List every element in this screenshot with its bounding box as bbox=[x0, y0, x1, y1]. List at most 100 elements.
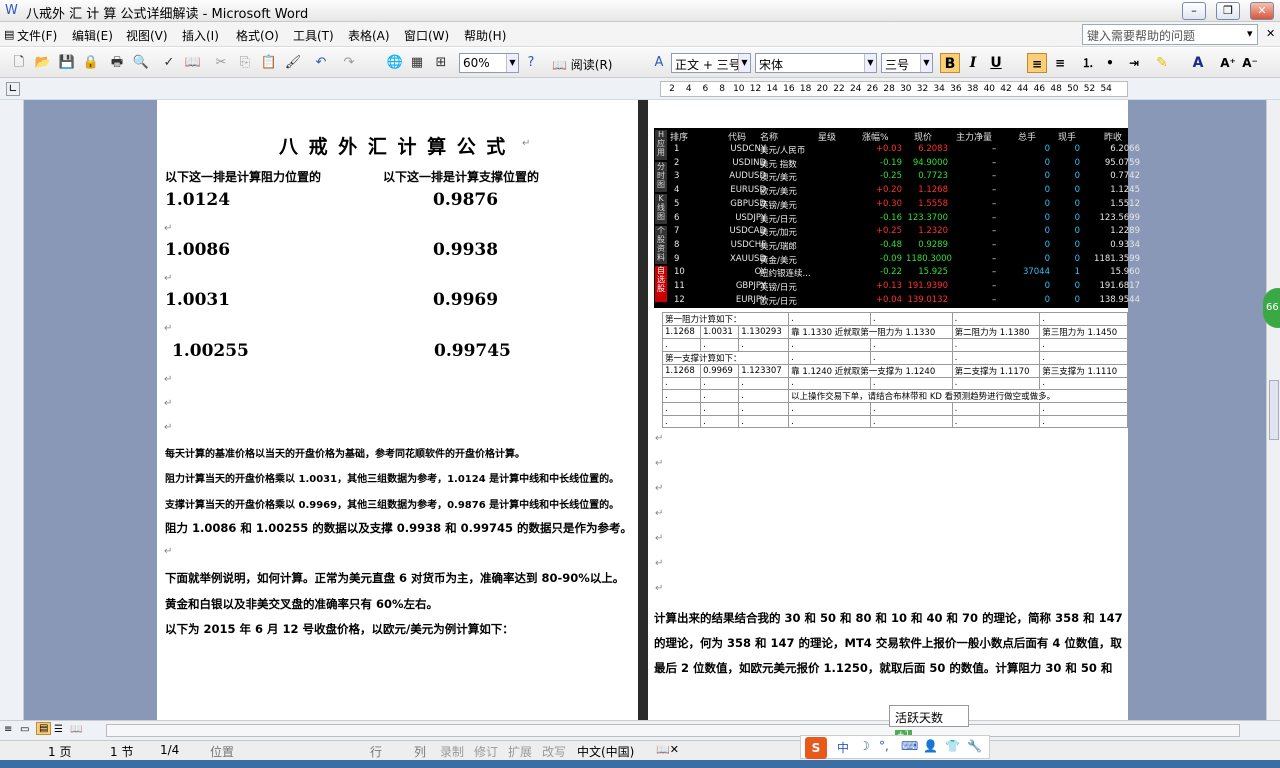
print-icon[interactable]: 🖶 bbox=[108, 54, 126, 72]
align-justify-button[interactable]: ≡ bbox=[1027, 53, 1047, 73]
print-view-icon[interactable]: ▤ bbox=[36, 722, 52, 735]
font-color-icon[interactable]: A bbox=[1188, 53, 1208, 73]
side-tab[interactable]: H应用 bbox=[655, 130, 667, 160]
document-page-left[interactable]: 八 戒 外 汇 计 算 公 式 ↵ 以下这一排是计算阻力位置的 以下这一排是计算… bbox=[157, 100, 639, 720]
hscroll-track[interactable] bbox=[106, 724, 1240, 737]
reading-view-icon[interactable]: 📖 bbox=[70, 724, 82, 735]
bold-button[interactable]: B bbox=[940, 53, 960, 73]
table-row[interactable]: 8 USDCHF 美元/瑞郎 -0.48 0.9289 – 0 0 0.9334 bbox=[668, 240, 1140, 253]
table-row[interactable]: 9 XAUUSD 黄金/美元 -0.09 1180.3000 – 0 0 1181.3599 bbox=[668, 254, 1140, 267]
table-row[interactable]: 1 USDCNY 美元/人民币 +0.03 6.2083 – 0 0 6.2066 bbox=[668, 144, 1140, 157]
menu-file[interactable]: 文件(F) bbox=[17, 27, 57, 44]
table-row[interactable]: 7 USDCAD 美元/加元 +0.25 1.2320 – 0 0 1.2289 bbox=[668, 226, 1140, 239]
side-tab[interactable]: 分时图 bbox=[655, 162, 667, 192]
italic-button[interactable]: I bbox=[963, 53, 983, 73]
word-app-icon[interactable]: W bbox=[5, 3, 18, 18]
table-row[interactable]: 2 USDIND 美元 指数 -0.19 94.9000 – 0 0 95.0759 bbox=[668, 157, 1140, 171]
status-rec[interactable]: 录制 bbox=[440, 743, 464, 760]
vertical-scrollbar[interactable] bbox=[1266, 100, 1280, 720]
menu-window[interactable]: 窗口(W) bbox=[404, 27, 449, 44]
hyperlink-icon[interactable]: 🌐 bbox=[386, 54, 404, 72]
table-cell: 2 bbox=[674, 157, 680, 168]
sogou-ime-icon[interactable]: S bbox=[805, 737, 827, 759]
status-ext[interactable]: 扩展 bbox=[508, 743, 532, 760]
spelling-status-icon[interactable]: 📖✕ bbox=[656, 743, 679, 756]
table-row[interactable]: 12 EURJPY 欧元/日元 +0.04 139.0132 – 0 0 138.9544 bbox=[668, 295, 1140, 308]
insert-table-icon[interactable]: ⊞ bbox=[432, 54, 450, 72]
web-view-icon[interactable]: ▭ bbox=[20, 724, 29, 735]
ime-tools-icon[interactable]: 🔧 bbox=[967, 739, 982, 753]
split-bar[interactable] bbox=[638, 100, 648, 720]
underline-button[interactable]: U bbox=[986, 53, 1006, 73]
horizontal-ruler[interactable]: 2 4 6 8 10 12 14 16 18 20 22 24 26 28 30 32 34 36 38 40 42 44… bbox=[660, 81, 1128, 97]
shrink-font-button[interactable]: A⁻ bbox=[1240, 53, 1260, 73]
menu-format[interactable]: 格式(O) bbox=[236, 27, 279, 44]
status-bar: 1 页 1 节 1/4 位置 行 列 录制 修订 扩展 改写 中文(中国) 📖✕ bbox=[0, 740, 1280, 760]
table-row[interactable]: 4 EURUSD 欧元/美元 +0.20 1.1268 – 0 0 1.1245 bbox=[668, 185, 1140, 198]
menu-table[interactable]: 表格(A) bbox=[348, 27, 390, 44]
float-badge[interactable]: 66 bbox=[1263, 288, 1280, 328]
tables-borders-icon[interactable]: ▦ bbox=[408, 54, 426, 72]
status-rev[interactable]: 修订 bbox=[474, 743, 498, 760]
new-doc-icon[interactable]: 🗋 bbox=[10, 54, 28, 72]
close-button[interactable]: ✕ bbox=[1250, 2, 1274, 20]
spelling-icon[interactable]: ✓ bbox=[160, 54, 178, 72]
open-icon[interactable]: 📂 bbox=[34, 54, 52, 72]
ime-punct-icon[interactable]: °, bbox=[879, 739, 889, 753]
copy-icon[interactable]: ⎘ bbox=[236, 54, 254, 72]
menu-insert[interactable]: 插入(I) bbox=[182, 27, 219, 44]
table-row[interactable]: 5 GBPUSD 英镑/美元 +0.30 1.5558 – 0 0 1.5512 bbox=[668, 199, 1140, 212]
close-doc-icon[interactable]: ✕ bbox=[1266, 27, 1275, 40]
help-search-input[interactable]: 键入需要帮助的问题 bbox=[1082, 24, 1258, 45]
side-tab[interactable]: 自选股 bbox=[655, 266, 667, 302]
redo-icon[interactable]: ↷ bbox=[340, 54, 358, 72]
outline-view-icon[interactable]: ☰ bbox=[54, 724, 63, 735]
ime-user-icon[interactable]: 👤 bbox=[923, 739, 938, 753]
horizontal-scrollbar[interactable]: ≡ ▭ ▤ ☰ 📖 bbox=[0, 720, 1280, 740]
grow-font-button[interactable]: A⁺ bbox=[1218, 53, 1238, 73]
format-painter-icon[interactable]: 🖌 bbox=[284, 54, 302, 72]
tab-selector[interactable]: ∟ bbox=[6, 82, 20, 96]
doc-menu-icon[interactable]: ▤ bbox=[4, 28, 14, 41]
align-distributed-button[interactable]: ≡ bbox=[1050, 53, 1070, 73]
menu-view[interactable]: 视图(V) bbox=[126, 27, 168, 44]
numbering-button[interactable]: ⒈ bbox=[1078, 53, 1098, 73]
bullets-button[interactable]: • bbox=[1100, 53, 1120, 73]
table-row[interactable]: 3 AUDUSD 澳元/美元 -0.25 0.7723 – 0 0 0.7742 bbox=[668, 171, 1140, 184]
tooltip-text: 活跃天数 bbox=[895, 711, 944, 725]
styles-icon[interactable]: A bbox=[650, 54, 668, 72]
paste-icon[interactable]: 📋 bbox=[260, 54, 278, 72]
status-ovr[interactable]: 改写 bbox=[542, 743, 566, 760]
zoom-select[interactable]: 60% ▼ bbox=[459, 53, 519, 73]
highlight-icon[interactable]: ✎ bbox=[1152, 53, 1172, 73]
normal-view-icon[interactable]: ≡ bbox=[4, 724, 12, 735]
help-icon[interactable]: ? bbox=[522, 54, 540, 72]
table-row[interactable]: 11 GBPJPY 英镑/日元 +0.13 191.9390 – 0 0 191.6817 bbox=[668, 281, 1140, 294]
maximize-button[interactable]: ❐ bbox=[1216, 2, 1240, 20]
save-icon[interactable]: 💾 bbox=[58, 54, 76, 72]
minimize-button[interactable]: – bbox=[1182, 2, 1206, 20]
print-preview-icon[interactable]: 🔍 bbox=[132, 54, 150, 72]
cut-icon[interactable]: ✂ bbox=[212, 54, 230, 72]
font-size-select[interactable]: 三号 ▼ bbox=[881, 53, 933, 73]
scroll-thumb[interactable] bbox=[1269, 380, 1279, 440]
ime-moon-icon[interactable]: ☽ bbox=[859, 739, 870, 753]
research-icon[interactable]: 📖 bbox=[184, 54, 202, 72]
undo-icon[interactable]: ↶ bbox=[312, 54, 330, 72]
menu-tools[interactable]: 工具(T) bbox=[293, 27, 334, 44]
help-dropdown-icon[interactable]: ▾ bbox=[1247, 27, 1253, 40]
permission-icon[interactable]: 🔒 bbox=[82, 54, 100, 72]
table-row[interactable]: 6 USDJPY 美元/日元 -0.16 123.3700 – 0 0 123.5699 bbox=[668, 213, 1140, 226]
table-row[interactable]: 10 OY 纽约银连续... -0.22 15.925 – 37044 1 15.960 bbox=[668, 267, 1140, 280]
menu-edit[interactable]: 编辑(E) bbox=[72, 27, 113, 44]
menu-help[interactable]: 帮助(H) bbox=[464, 27, 506, 44]
ime-skin-icon[interactable]: 👕 bbox=[945, 739, 960, 753]
side-tab[interactable]: K线图 bbox=[655, 194, 667, 224]
style-select[interactable]: 正文 + 三号 ▼ bbox=[671, 53, 751, 73]
ime-keyboard-icon[interactable]: ⌨ bbox=[901, 739, 918, 753]
indent-button[interactable]: ⇥ bbox=[1124, 53, 1144, 73]
ime-chinese-icon[interactable]: 中 bbox=[837, 739, 849, 756]
side-tab[interactable]: 个股资料 bbox=[655, 226, 667, 264]
read-mode-button[interactable]: 📖 阅读(R) bbox=[552, 56, 612, 73]
font-select[interactable]: 宋体 ▼ bbox=[755, 53, 877, 73]
